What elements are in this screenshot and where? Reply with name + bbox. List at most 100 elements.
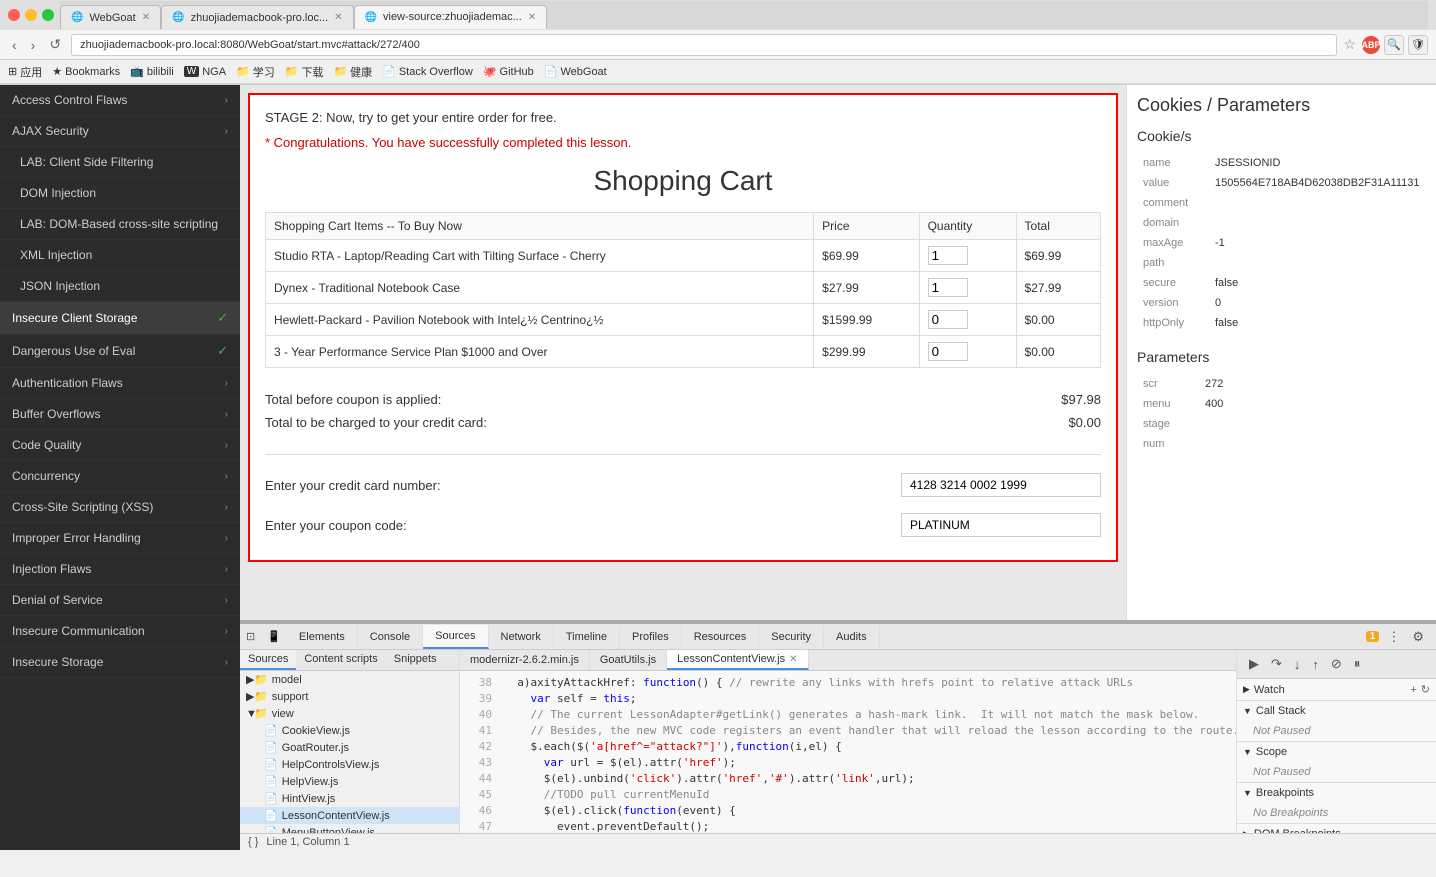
sidebar-item-insecure-comm[interactable]: Insecure Communication ›	[0, 616, 240, 647]
qty-input-1[interactable]	[928, 278, 968, 297]
sidebar-item-insecure-storage[interactable]: Insecure Storage ›	[0, 647, 240, 678]
minimize-button[interactable]	[25, 9, 37, 21]
sidebar-item-concurrency[interactable]: Concurrency ›	[0, 461, 240, 492]
tab-network[interactable]: Network	[489, 626, 554, 648]
deactivate-button[interactable]: ⊘	[1327, 654, 1346, 674]
scope-header[interactable]: ▼ Scope	[1237, 742, 1436, 762]
sidebar-item-error-handling[interactable]: Improper Error Handling ›	[0, 523, 240, 554]
tab-resources[interactable]: Resources	[682, 626, 760, 648]
dom-breakpoints-header[interactable]: ▶ DOM Breakpoints	[1237, 824, 1436, 833]
resume-button[interactable]: ▶	[1245, 654, 1263, 674]
tree-menubuttonview[interactable]: 📄 MenuButtonView.js	[240, 824, 459, 833]
sidebar-item-json[interactable]: JSON Injection	[0, 271, 240, 302]
tab-audits[interactable]: Audits	[824, 626, 880, 648]
qty-input-3[interactable]	[928, 342, 968, 361]
sidebar-item-dos[interactable]: Denial of Service ›	[0, 585, 240, 616]
tab-local[interactable]: 🌐 zhuojiademacbook-pro.loc... ✕	[161, 5, 353, 29]
tab-elements[interactable]: Elements	[287, 626, 358, 648]
code-tab-close-icon[interactable]: ✕	[789, 654, 797, 665]
devtools-settings-btn[interactable]: ⚙	[1408, 627, 1428, 647]
coupon-input[interactable]	[901, 513, 1101, 537]
watch-add-icon[interactable]: +	[1410, 684, 1416, 696]
tab-security[interactable]: Security	[759, 626, 824, 648]
sidebar-item-dom-xss[interactable]: LAB: DOM-Based cross-site scripting	[0, 209, 240, 240]
sidebar-item-xss[interactable]: Cross-Site Scripting (XSS) ›	[0, 492, 240, 523]
bookmark-download[interactable]: 📁 下载	[285, 64, 324, 80]
adblock-icon[interactable]: ABP	[1362, 36, 1380, 54]
sidebar-item-client-filter[interactable]: LAB: Client Side Filtering	[0, 147, 240, 178]
tab-sources[interactable]: Sources	[423, 625, 488, 649]
bookmark-webgoat[interactable]: 📄 WebGoat	[544, 65, 607, 78]
tab-timeline[interactable]: Timeline	[554, 626, 620, 648]
bookmark-apps[interactable]: ⊞ 应用	[8, 64, 42, 80]
code-tab-modernizr[interactable]: modernizr-2.6.2.min.js	[460, 650, 590, 670]
back-button[interactable]: ‹	[8, 35, 21, 55]
code-tab-lessoncontent[interactable]: LessonContentView.js ✕	[667, 650, 808, 670]
sidebar-item-ajax[interactable]: AJAX Security ›	[0, 116, 240, 147]
watch-refresh-icon[interactable]: ↻	[1421, 683, 1430, 696]
tab-close-2-icon[interactable]: ✕	[334, 12, 342, 23]
sidebar-item-auth-flaws[interactable]: Authentication Flaws ›	[0, 368, 240, 399]
step-out-button[interactable]: ↑	[1308, 654, 1323, 674]
item-qty-0[interactable]	[919, 240, 1016, 272]
tab-view-source[interactable]: 🌐 view-source:zhuojiademac... ✕	[354, 5, 548, 29]
tree-lessoncontent[interactable]: 📄 LessonContentView.js	[240, 807, 459, 824]
tab-close-3-icon[interactable]: ✕	[528, 12, 536, 23]
sidebar-item-dom-injection[interactable]: DOM Injection	[0, 178, 240, 209]
watch-header[interactable]: ▶ Watch + ↻	[1237, 679, 1436, 700]
sidebar-item-insecure-storage[interactable]: Insecure Client Storage ✓	[0, 302, 240, 335]
tab-profiles[interactable]: Profiles	[620, 626, 682, 648]
tree-goatrouter[interactable]: 📄 GoatRouter.js	[240, 739, 459, 756]
devtools-icon-button[interactable]: ⊡	[240, 625, 261, 648]
tab-console[interactable]: Console	[358, 626, 423, 648]
bookmark-study[interactable]: 📁 学习	[236, 64, 275, 80]
bookmark-health[interactable]: 📁 健康	[333, 64, 372, 80]
maximize-button[interactable]	[42, 9, 54, 21]
sources-tab-content[interactable]: Content scripts	[296, 650, 385, 670]
extension-icon-1[interactable]: 🔍	[1384, 35, 1404, 55]
sidebar-item-eval[interactable]: Dangerous Use of Eval ✓	[0, 335, 240, 368]
step-over-button[interactable]: ↷	[1267, 654, 1286, 674]
tree-view-folder[interactable]: ▼ 📁 view	[240, 705, 459, 722]
extension-icon-2[interactable]: 🛡	[1408, 35, 1428, 55]
sidebar-item-xml[interactable]: XML Injection	[0, 240, 240, 271]
tree-helpview[interactable]: 📄 HelpView.js	[240, 773, 459, 790]
step-into-button[interactable]: ↓	[1290, 654, 1305, 674]
close-button[interactable]	[8, 9, 20, 21]
tree-helpcontrols[interactable]: 📄 HelpControlsView.js	[240, 756, 459, 773]
qty-input-2[interactable]	[928, 310, 968, 329]
sidebar-item-code-quality[interactable]: Code Quality ›	[0, 430, 240, 461]
bookmark-bilibili[interactable]: 📺 bilibili	[130, 65, 174, 78]
item-qty-2[interactable]	[919, 304, 1016, 336]
breakpoints-header[interactable]: ▼ Breakpoints	[1237, 783, 1436, 803]
tree-cookieview[interactable]: 📄 CookieView.js	[240, 722, 459, 739]
devtools-more-btn[interactable]: ⋮	[1383, 627, 1404, 647]
bookmark-star-button[interactable]: ☆	[1343, 36, 1356, 53]
bookmark-bookmarks[interactable]: ★ Bookmarks	[52, 65, 120, 78]
tab-close-icon[interactable]: ✕	[142, 12, 150, 23]
tree-support-folder[interactable]: ▶ 📁 support	[240, 688, 459, 705]
sidebar-item-injection[interactable]: Injection Flaws ›	[0, 554, 240, 585]
item-qty-1[interactable]	[919, 272, 1016, 304]
bookmark-nga[interactable]: W NGA	[184, 66, 226, 78]
devtools-mobile-icon[interactable]: 📱	[261, 625, 287, 648]
tree-model-folder[interactable]: ▶ 📁 model	[240, 671, 459, 688]
code-tab-goatutils[interactable]: GoatUtils.js	[590, 650, 667, 670]
qty-input-0[interactable]	[928, 246, 968, 265]
reload-button[interactable]: ↺	[45, 34, 65, 55]
sources-tab-sources[interactable]: Sources	[240, 650, 296, 670]
bookmark-github[interactable]: 🐙 GitHub	[483, 65, 534, 78]
tab-webgoat[interactable]: 🌐 WebGoat ✕	[60, 5, 161, 29]
callstack-header[interactable]: ▼ Call Stack	[1237, 701, 1436, 721]
sources-tab-snippets[interactable]: Snippets	[386, 650, 445, 670]
sidebar-item-access-control[interactable]: Access Control Flaws ›	[0, 85, 240, 116]
lesson-content-box: STAGE 2: Now, try to get your entire ord…	[248, 93, 1118, 562]
url-input[interactable]	[71, 34, 1337, 56]
sidebar-item-buffer[interactable]: Buffer Overflows ›	[0, 399, 240, 430]
item-qty-3[interactable]	[919, 336, 1016, 368]
credit-card-input[interactable]	[901, 473, 1101, 497]
forward-button[interactable]: ›	[27, 35, 40, 55]
bookmark-stackoverflow[interactable]: 📄 Stack Overflow	[382, 65, 473, 78]
pause-exceptions-button[interactable]: ⏸	[1350, 654, 1365, 674]
tree-hintview[interactable]: 📄 HintView.js	[240, 790, 459, 807]
